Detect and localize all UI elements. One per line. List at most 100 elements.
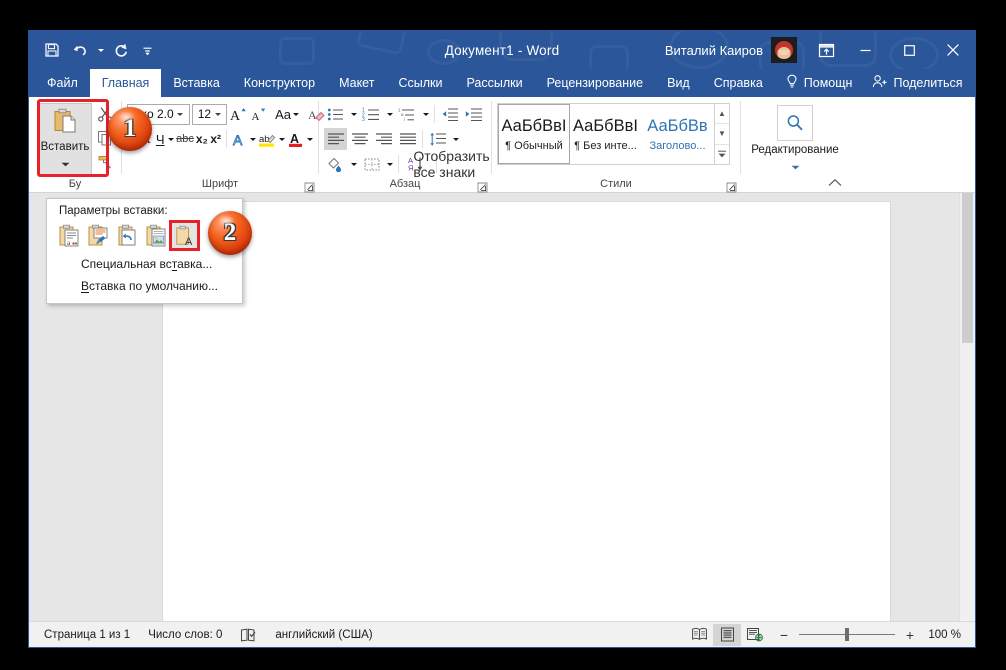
tab-references[interactable]: Ссылки — [386, 69, 454, 97]
tab-view[interactable]: Вид — [655, 69, 702, 97]
numbering-icon[interactable]: 123 — [360, 103, 383, 125]
document-page[interactable] — [162, 201, 891, 621]
line-spacing-dropdown-icon[interactable] — [450, 128, 461, 150]
tab-file[interactable]: Файл — [35, 69, 90, 97]
font-dialog-launcher-icon[interactable] — [304, 180, 315, 193]
zoom-out-button[interactable]: − — [777, 627, 791, 643]
qat-customize-icon[interactable] — [136, 37, 158, 63]
change-case-dropdown-icon[interactable] — [292, 103, 299, 125]
subscript-icon[interactable]: x₂ — [196, 128, 208, 150]
close-button[interactable] — [931, 31, 975, 69]
shading-icon[interactable] — [324, 153, 347, 175]
styles-scroll-down-icon[interactable]: ▼ — [715, 124, 729, 145]
styles-dialog-launcher-icon[interactable] — [726, 180, 737, 193]
text-effects-dropdown-icon[interactable] — [250, 128, 257, 150]
align-center-icon[interactable] — [348, 128, 371, 150]
editing-button[interactable]: Редактирование — [746, 101, 844, 175]
formatting-marks-icon[interactable]: Отобразить все знаки — [413, 148, 489, 180]
scrollbar-thumb[interactable] — [962, 193, 973, 343]
keep-text-only-paste-option[interactable]: A — [169, 220, 200, 251]
align-justify-icon[interactable] — [396, 128, 419, 150]
vertical-scrollbar[interactable] — [959, 193, 975, 621]
grow-font-icon[interactable]: A — [229, 103, 247, 125]
tab-home[interactable]: Главная — [89, 69, 162, 97]
paste-dropdown-icon[interactable] — [61, 154, 70, 172]
font-size-dropdown-icon[interactable] — [211, 112, 224, 116]
zoom-in-button[interactable]: + — [903, 627, 917, 643]
use-destination-theme-paste-option[interactable] — [113, 222, 140, 249]
maximize-button[interactable] — [887, 31, 931, 69]
status-words[interactable]: Число слов: 0 — [139, 629, 231, 641]
tab-design[interactable]: Конструктор — [232, 69, 327, 97]
format-painter-icon[interactable] — [94, 151, 116, 173]
bullets-icon[interactable] — [324, 103, 347, 125]
paragraph-dialog-launcher-icon[interactable] — [477, 180, 488, 193]
shading-dropdown-icon[interactable] — [348, 153, 359, 175]
redo-icon[interactable] — [108, 37, 134, 63]
highlight-color-icon[interactable]: ab — [258, 128, 277, 150]
paste-button[interactable]: Вставить — [38, 103, 92, 175]
style-name: Заголово... — [649, 139, 706, 152]
styles-more-icon[interactable] — [715, 145, 729, 164]
view-read-mode-icon[interactable] — [685, 624, 713, 646]
status-page[interactable]: Страница 1 из 1 — [35, 629, 139, 641]
superscript-icon[interactable]: x² — [210, 128, 222, 150]
zoom-slider-knob[interactable] — [845, 628, 849, 641]
bullets-dropdown-icon[interactable] — [348, 103, 359, 125]
group-font: Exo 2.0 12 A A Aa A Ч abc x₂ x² A ab A Ш… — [122, 97, 325, 193]
view-web-layout-icon[interactable] — [741, 624, 769, 646]
align-left-icon[interactable] — [324, 128, 347, 150]
underline-icon[interactable]: Ч — [154, 128, 166, 150]
undo-dropdown-icon[interactable] — [95, 37, 106, 63]
decrease-indent-icon[interactable] — [438, 103, 461, 125]
strikethrough-icon[interactable]: abc — [176, 128, 194, 150]
tab-insert[interactable]: Вставка — [161, 69, 231, 97]
tell-me-box[interactable]: Помощн — [775, 69, 863, 97]
tab-layout[interactable]: Макет — [327, 69, 386, 97]
account-name[interactable]: Виталий Каиров — [665, 43, 763, 58]
tab-help[interactable]: Справка — [702, 69, 775, 97]
multilevel-list-icon[interactable]: 1ai — [396, 103, 419, 125]
font-color-icon[interactable]: A — [287, 128, 305, 150]
style-item-no-spacing[interactable]: АаБбВвІ ¶ Без инте... — [570, 104, 642, 164]
avatar[interactable] — [771, 37, 797, 63]
proofing-status-icon[interactable] — [231, 628, 266, 642]
line-spacing-icon[interactable] — [426, 128, 449, 150]
save-icon[interactable] — [39, 37, 65, 63]
undo-icon[interactable] — [67, 37, 93, 63]
underline-dropdown-icon[interactable] — [168, 128, 175, 150]
editing-dropdown-icon[interactable] — [791, 157, 800, 175]
tab-mailings[interactable]: Рассылки — [454, 69, 534, 97]
special-paste-item[interactable]: Специальная вставка... — [47, 253, 242, 275]
default-paste-key: В — [81, 279, 90, 293]
merge-formatting-paste-option[interactable] — [84, 222, 111, 249]
share-button[interactable]: Поделиться — [862, 69, 972, 97]
font-size-combo[interactable]: 12 — [191, 103, 228, 125]
borders-dropdown-icon[interactable] — [384, 153, 395, 175]
zoom-slider[interactable] — [799, 628, 895, 642]
style-item-heading1[interactable]: АаБбВв Заголово... — [642, 104, 714, 164]
style-item-normal[interactable]: АаБбВвІ ¶ Обычный — [498, 104, 570, 164]
styles-scroll-up-icon[interactable]: ▲ — [715, 104, 729, 125]
keep-source-formatting-paste-option[interactable]: a — [55, 222, 82, 249]
ribbon-display-options-icon[interactable] — [809, 31, 843, 69]
numbering-dropdown-icon[interactable] — [384, 103, 395, 125]
font-color-dropdown-icon[interactable] — [307, 128, 314, 150]
shrink-font-icon[interactable]: A — [249, 103, 267, 125]
minimize-button[interactable] — [843, 31, 887, 69]
multilevel-dropdown-icon[interactable] — [420, 103, 431, 125]
increase-indent-icon[interactable] — [462, 103, 485, 125]
font-name-dropdown-icon[interactable] — [174, 112, 187, 116]
collapse-ribbon-icon[interactable] — [827, 174, 843, 190]
picture-paste-option[interactable] — [142, 222, 169, 249]
text-effects-icon[interactable]: A — [230, 128, 248, 150]
view-print-layout-icon[interactable] — [713, 623, 741, 646]
change-case-icon[interactable]: Aa — [275, 103, 291, 125]
align-right-icon[interactable] — [372, 128, 395, 150]
borders-icon[interactable] — [360, 153, 383, 175]
highlight-dropdown-icon[interactable] — [279, 128, 286, 150]
zoom-level[interactable]: 100 % — [925, 629, 961, 641]
status-language[interactable]: английский (США) — [266, 629, 381, 641]
tab-review[interactable]: Рецензирование — [535, 69, 656, 97]
default-paste-item[interactable]: Вставка по умолчанию... — [47, 275, 242, 297]
